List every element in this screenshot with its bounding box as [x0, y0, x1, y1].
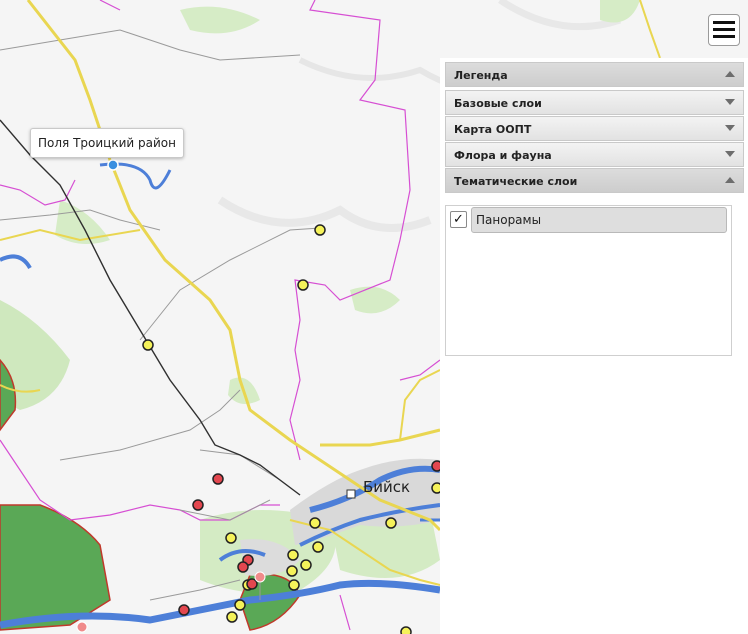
poi-marker[interactable]	[246, 578, 258, 590]
panorama-marker[interactable]	[286, 565, 298, 577]
panorama-marker[interactable]	[314, 224, 326, 236]
map-popup-label: Поля Троицкий район	[30, 128, 184, 158]
chevron-down-icon	[725, 125, 735, 131]
menu-bar	[713, 28, 735, 31]
section-label: Тематические слои	[454, 175, 578, 188]
section-oopt-map[interactable]: Карта ООПТ	[445, 116, 744, 141]
panorama-marker[interactable]	[297, 279, 309, 291]
panorama-marker[interactable]	[385, 517, 397, 529]
poi-marker[interactable]	[212, 473, 224, 485]
section-label: Базовые слои	[454, 97, 542, 110]
chevron-down-icon	[725, 99, 735, 105]
layer-item-panoramas[interactable]: Панорамы	[471, 207, 727, 233]
chevron-up-icon	[725, 177, 735, 183]
poi-marker[interactable]	[237, 561, 249, 573]
panorama-marker[interactable]	[234, 599, 246, 611]
layer-checkbox-panoramas[interactable]: ✓	[450, 211, 467, 228]
hamburger-menu-icon[interactable]	[708, 14, 740, 46]
poi-marker[interactable]	[192, 499, 204, 511]
panorama-marker[interactable]	[309, 517, 321, 529]
panorama-marker[interactable]	[400, 626, 412, 634]
section-label: Легенда	[454, 69, 508, 82]
section-label: Карта ООПТ	[454, 123, 532, 136]
panorama-marker[interactable]	[287, 549, 299, 561]
chevron-up-icon	[725, 71, 735, 77]
panorama-marker[interactable]	[142, 339, 154, 351]
section-base-layers[interactable]: Базовые слои	[445, 90, 744, 115]
section-flora-fauna[interactable]: Флора и фауна	[445, 142, 744, 167]
panorama-marker[interactable]	[288, 579, 300, 591]
panorama-marker[interactable]	[225, 532, 237, 544]
panorama-marker[interactable]	[300, 559, 312, 571]
poi-marker[interactable]	[178, 604, 190, 616]
city-label-biysk: Бийск	[363, 478, 410, 496]
panorama-marker[interactable]	[312, 541, 324, 553]
section-legend[interactable]: Легенда	[445, 62, 744, 87]
section-thematic-layers[interactable]: Тематические слои	[445, 168, 744, 193]
menu-bar	[713, 21, 735, 24]
menu-bar	[713, 35, 735, 38]
panorama-marker[interactable]	[226, 611, 238, 623]
section-label: Флора и фауна	[454, 149, 552, 162]
chevron-down-icon	[725, 151, 735, 157]
